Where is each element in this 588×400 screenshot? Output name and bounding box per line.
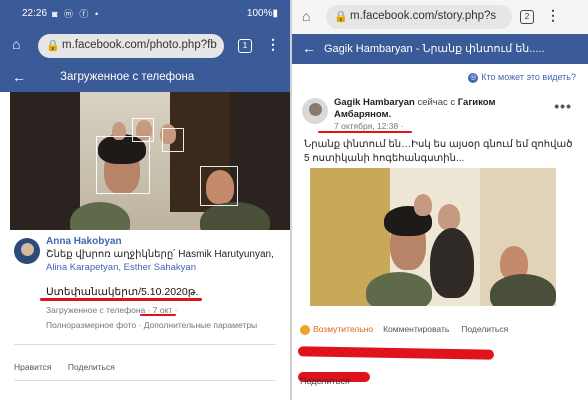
status-bar: 22:26 ◙ ⓜ ⓕ • 100%▮ (0, 0, 290, 28)
photo-options-links[interactable]: Полноразмерное фото · Дополнительные пар… (46, 320, 257, 330)
group-photo[interactable] (10, 92, 290, 230)
divider (14, 344, 276, 345)
angry-reaction-icon (300, 324, 310, 335)
tagged-names[interactable]: Alina Karapetyan, Esther Sahakyan (46, 262, 196, 273)
person-body (200, 202, 270, 230)
like-button[interactable]: Нравится (14, 362, 52, 372)
post-caption: Շնեք վխրոռ աղջիկները՛ Hasmik Harutyunyan… (46, 249, 274, 260)
divider (14, 380, 276, 381)
album-title: Загруженное с телефона (60, 71, 195, 83)
share-button[interactable]: Поделиться (461, 324, 508, 334)
battery-indicator: 100%▮ (246, 8, 278, 19)
tagged-name-cont[interactable]: Амбаряном. (334, 109, 391, 120)
notification-icons: ◙ ⓜ ⓕ • (52, 9, 101, 19)
menu-icon[interactable]: ⋮ (266, 36, 280, 53)
url-text: m.facebook.com/story.php?s (350, 10, 497, 22)
privacy-link-label: Кто может это видеть? (481, 72, 576, 82)
red-redaction-scribble (297, 346, 495, 360)
browser-url-bar: ⌂ 🔒 m.facebook.com/story.php?s 2 ⋮ (292, 0, 588, 34)
url-text: m.facebook.com/photo.php?fb (62, 39, 217, 51)
person-body (490, 274, 556, 306)
with-text: сейчас с (417, 97, 456, 108)
author-line: Gagik Hambaryan сейчас с Гагиком (334, 97, 495, 108)
url-field[interactable]: 🔒 m.facebook.com/story.php?s (326, 5, 512, 29)
face-tag-box[interactable] (162, 128, 184, 152)
person-body (366, 272, 432, 306)
share-label-partial: Поделиться (300, 376, 350, 386)
home-icon[interactable]: ⌂ (302, 8, 310, 24)
browser-url-bar: ⌂ 🔒 m.facebook.com/photo.php?fb 1 ⋮ (0, 28, 290, 64)
person-body (430, 228, 474, 298)
avatar[interactable] (302, 98, 328, 124)
menu-icon[interactable]: ⋮ (546, 7, 560, 24)
back-arrow-icon[interactable]: ← (12, 69, 26, 85)
tagged-name[interactable]: Гагиком (458, 97, 496, 108)
reaction-bar: Возмутительно Комментировать Поделиться (300, 324, 520, 335)
screenshot-root: 22:26 ◙ ⓜ ⓕ • 100%▮ ⌂ 🔒 m.facebook.com/p… (0, 0, 588, 400)
red-underline-mark (318, 131, 412, 133)
person-face (414, 194, 432, 216)
red-underline-mark (140, 314, 176, 316)
face-tag-box[interactable] (96, 136, 150, 194)
lock-icon: 🔒 (46, 40, 60, 52)
person-face (438, 204, 460, 230)
facebook-header: ← Загруженное с телефона (0, 64, 290, 92)
post-text: Նրանք փնտում են…Իսկ ես այսօր գնում եմ զո… (304, 139, 573, 164)
face-tag-box[interactable] (200, 166, 238, 206)
post-time[interactable]: 7 октября, 12:38 · (334, 121, 403, 131)
tabs-button[interactable]: 2 (520, 10, 534, 24)
post-header: Gagik Hambaryan сейчас с Гагиком Амбарян… (302, 96, 582, 136)
left-phone-screenshot: 22:26 ◙ ⓜ ⓕ • 100%▮ ⌂ 🔒 m.facebook.com/p… (0, 0, 290, 400)
red-underline-mark (40, 298, 202, 301)
group-photo[interactable] (310, 168, 556, 306)
status-time: 22:26 (22, 8, 48, 19)
url-field[interactable]: 🔒 m.facebook.com/photo.php?fb (38, 34, 224, 58)
location-date-text: Ստեփանակերտ/5.10.2020թ. (46, 286, 199, 298)
lock-icon: 🔒 (334, 11, 348, 23)
home-icon[interactable]: ⌂ (12, 36, 20, 52)
more-options-icon[interactable]: ••• (554, 98, 572, 114)
back-arrow-icon[interactable]: ← (302, 40, 316, 56)
tabs-button[interactable]: 1 (238, 39, 252, 53)
avatar[interactable] (14, 238, 40, 264)
facebook-header: ← Gagik Hambaryan - Նրանք փնտում են..... (292, 34, 588, 64)
face-tag-box[interactable] (132, 118, 154, 142)
action-bar: Нравится Поделиться (14, 362, 129, 372)
comment-button[interactable]: Комментировать (383, 324, 449, 334)
story-title: Gagik Hambaryan - Նրանք փնտում են..... (324, 43, 545, 55)
share-button[interactable]: Поделиться (68, 362, 115, 372)
globe-icon: ◎ (468, 72, 479, 83)
author-name[interactable]: Anna Hakobyan (46, 236, 122, 247)
author-name[interactable]: Gagik Hambaryan (334, 97, 415, 108)
privacy-link[interactable]: ◎ Кто может это видеть? (468, 72, 576, 83)
react-button[interactable]: Возмутительно (313, 324, 373, 334)
right-phone-screenshot: ⌂ 🔒 m.facebook.com/story.php?s 2 ⋮ ← Gag… (292, 0, 588, 400)
